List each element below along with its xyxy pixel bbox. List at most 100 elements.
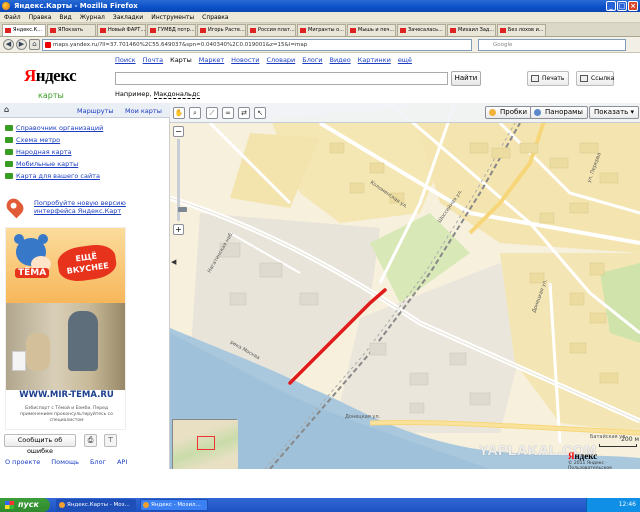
ruler-tool-icon[interactable]: ⟋: [206, 107, 218, 119]
browser-tab[interactable]: Яндекс.К...: [2, 24, 46, 36]
footer-blog[interactable]: Блог: [90, 458, 106, 466]
address-bar[interactable]: maps.yandex.ru/?ll=37.701460%2C55.649037…: [42, 39, 472, 51]
start-button[interactable]: пуск: [0, 498, 50, 512]
browser-tab[interactable]: Мышь и печ...: [347, 24, 396, 36]
favicon-icon: [250, 28, 256, 33]
magnifier-tool-icon[interactable]: ⌕: [189, 107, 201, 119]
maximize-button[interactable]: □: [617, 1, 627, 11]
browser-tab[interactable]: Новый ФАРТ...: [97, 24, 146, 36]
window-title: Яндекс.Карты - Mozilla Firefox: [14, 2, 138, 10]
pin-icon[interactable]: ⊤: [104, 434, 117, 447]
nav-link-images[interactable]: Картинки: [358, 56, 391, 64]
collapse-sidebar-icon[interactable]: ◀: [171, 257, 177, 267]
print-map-icon[interactable]: ⎙: [84, 434, 97, 447]
nav-link-more[interactable]: ещё: [398, 56, 412, 64]
menu-help[interactable]: Справка: [202, 12, 228, 22]
menu-bookmarks[interactable]: Закладки: [113, 12, 143, 22]
favicon-icon: [100, 28, 106, 33]
new-interface-link[interactable]: Попробуйте новую версию интерфейса Яндек…: [34, 199, 164, 215]
route-tool-icon[interactable]: ⇄: [238, 107, 250, 119]
page-header: Поиск Почта Карты Маркет Новости Словари…: [0, 53, 640, 103]
close-button[interactable]: ×: [628, 1, 638, 11]
link-tool-icon[interactable]: ∞: [222, 107, 234, 119]
nav-link-search[interactable]: Поиск: [115, 56, 136, 64]
nav-link-mail[interactable]: Почта: [143, 56, 163, 64]
tab-routes[interactable]: Маршруты: [77, 107, 114, 115]
tab-label: Михаил Зад...: [458, 27, 495, 33]
sidebar-link-label: Справочник организаций: [16, 124, 104, 132]
sidebar-link-label: Схема метро: [16, 136, 61, 144]
tab-label: Мышь и печ...: [358, 27, 395, 33]
tab-my-maps[interactable]: Мои карты: [125, 107, 162, 115]
taskbar-item-label: Яндекс - Мозил...: [151, 502, 201, 508]
overview-minimap[interactable]: [172, 419, 238, 469]
browser-tab[interactable]: ЯПокзать: [47, 24, 96, 36]
traffic-label: Пробки: [500, 108, 528, 116]
print-button[interactable]: Печать: [527, 71, 569, 86]
hand-tool-icon[interactable]: ✋: [173, 107, 185, 119]
minimize-button[interactable]: _: [606, 1, 616, 11]
nav-link-blogs[interactable]: Блоги: [302, 56, 322, 64]
footer-about[interactable]: О проекте: [5, 458, 40, 466]
nav-link-market[interactable]: Маркет: [199, 56, 224, 64]
back-arrow-icon[interactable]: ◀: [3, 39, 14, 50]
menu-history[interactable]: Журнал: [80, 12, 105, 22]
zoom-out-button[interactable]: −: [173, 126, 184, 137]
find-button[interactable]: Найти: [451, 71, 481, 86]
sidebar-link-metro[interactable]: Схема метро: [4, 136, 60, 144]
map-canvas[interactable]: река Москва Донецкая ул. Батайская ул. Д…: [170, 103, 640, 469]
browser-tab[interactable]: ГУМВД потр...: [147, 24, 196, 36]
search-input[interactable]: [115, 72, 448, 85]
footer-api[interactable]: API: [117, 458, 127, 466]
browser-tab[interactable]: Россия плат...: [247, 24, 296, 36]
link-button[interactable]: Ссылка: [576, 71, 614, 86]
browser-tab[interactable]: Мигранты о...: [297, 24, 346, 36]
footer-help[interactable]: Помощь: [51, 458, 79, 466]
search-engine-box[interactable]: Google: [478, 39, 626, 51]
navigation-bar: ◀ ▶ ⌂ maps.yandex.ru/?ll=37.701460%2C55.…: [0, 37, 640, 53]
taskbar-item[interactable]: Яндекс.Карты - Моз...: [56, 499, 136, 511]
nav-link-video[interactable]: Видео: [330, 56, 351, 64]
yandex-map-logo[interactable]: Яндекс: [568, 451, 597, 461]
yandex-logo[interactable]: Яндекс: [24, 66, 77, 86]
menu-view[interactable]: Вид: [59, 12, 71, 22]
panorama-button[interactable]: Панорамы: [530, 106, 588, 119]
clock[interactable]: 12:46: [619, 501, 636, 508]
menu-tools[interactable]: Инструменты: [151, 12, 194, 22]
show-dropdown[interactable]: Показать ▾: [589, 106, 640, 119]
report-error-button[interactable]: Сообщить об ошибке: [4, 434, 76, 455]
taskbar-item[interactable]: Яндекс - Мозил...: [140, 499, 208, 511]
forward-arrow-icon[interactable]: ▶: [16, 39, 27, 50]
menu-edit[interactable]: Правка: [29, 12, 52, 22]
map-copyright[interactable]: © 2011 Яндекс · Пользовательское соглаше…: [568, 461, 638, 469]
cursor-tool-icon[interactable]: ↖: [254, 107, 266, 119]
advertisement-banner[interactable]: ТЁМА ЕЩЁ ВКУСНЕЕ WWW.MIR-TEMA.RU Бэбиспо…: [5, 227, 126, 430]
sidebar-link-mobile[interactable]: Мобильные карты: [4, 160, 78, 168]
home-icon[interactable]: ⌂: [4, 106, 12, 114]
map-scale: 200 м: [593, 436, 639, 447]
menu-file[interactable]: Файл: [4, 12, 21, 22]
zoom-in-button[interactable]: +: [173, 224, 184, 235]
menu-bar: Файл Правка Вид Журнал Закладки Инструме…: [0, 12, 640, 23]
favicon-icon: [300, 28, 306, 33]
browser-tab[interactable]: Без лохов и...: [497, 24, 546, 36]
nav-link-dictionaries[interactable]: Словари: [266, 56, 295, 64]
home-icon[interactable]: ⌂: [29, 39, 40, 50]
sidebar-link-site-map[interactable]: Карта для вашего сайта: [4, 172, 100, 180]
browser-tab[interactable]: Зачесалась...: [397, 24, 446, 36]
nav-link-news[interactable]: Новости: [231, 56, 259, 64]
example-prefix: Например,: [115, 90, 152, 98]
browser-tab[interactable]: Михаил Зад...: [447, 24, 496, 36]
zoom-thumb[interactable]: [178, 207, 187, 212]
browser-tab[interactable]: Игорь Расте...: [197, 24, 246, 36]
sidebar-link-people-map[interactable]: Народная карта: [4, 148, 71, 156]
zoom-slider[interactable]: [177, 139, 187, 221]
system-tray: 12:46: [586, 498, 640, 512]
firefox-icon: [143, 502, 149, 508]
sidebar-link-directory[interactable]: Справочник организаций: [4, 124, 103, 132]
minimap-frame[interactable]: [197, 436, 215, 450]
example-link[interactable]: Макдональдс: [153, 90, 200, 99]
map-graphics: река Москва Донецкая ул. Батайская ул. Д…: [170, 103, 640, 469]
traffic-button[interactable]: Пробки: [485, 106, 533, 119]
new-interface-note: Попробуйте новую версию интерфейса Яндек…: [3, 195, 164, 219]
